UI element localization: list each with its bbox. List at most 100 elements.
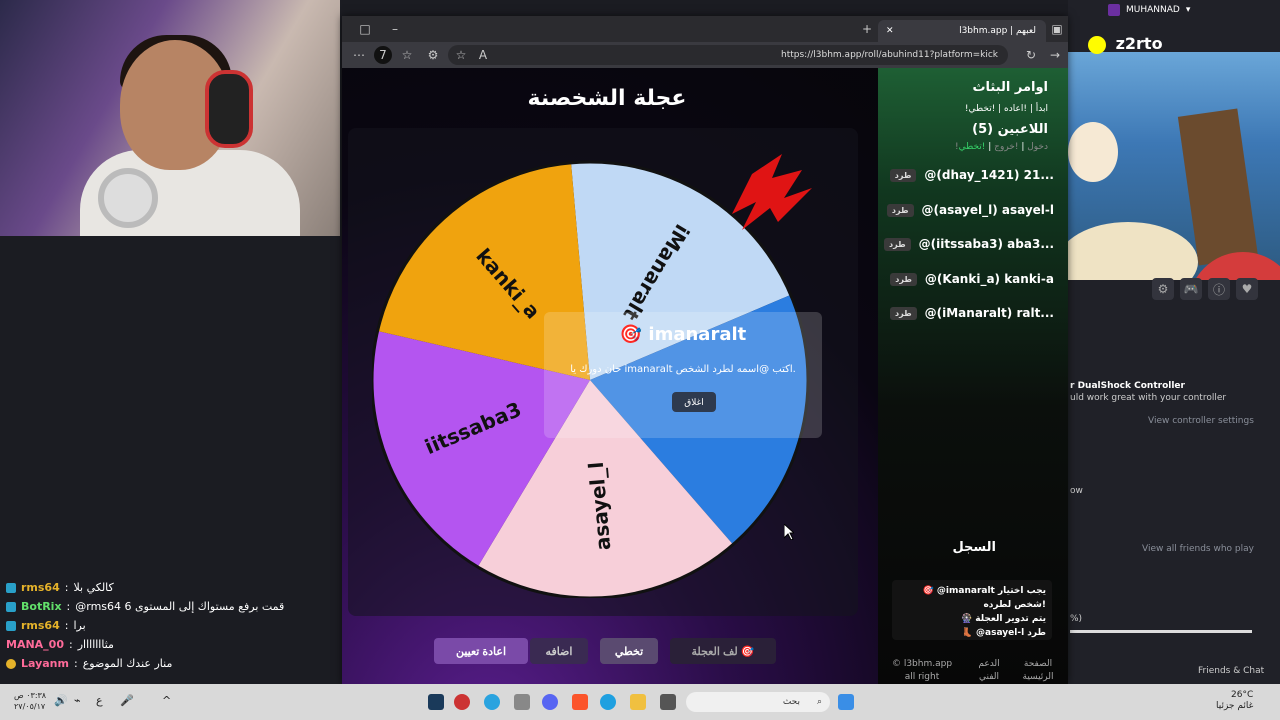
- clock-date: ٢٧/٠٥/١٧: [14, 702, 46, 711]
- close-tab-icon[interactable]: ✕: [886, 26, 894, 36]
- page-content: عجلة الشخصنة iManaralt asayel_l iitssaba3 k…: [342, 68, 1068, 684]
- steam-icon[interactable]: [428, 694, 444, 710]
- speaker-icon[interactable]: 🔊: [54, 694, 68, 707]
- controller-settings-link[interactable]: View controller settings: [1148, 416, 1254, 426]
- chat-message: rms64: كالكي بلا: [0, 578, 318, 597]
- network-icon[interactable]: ⌁: [74, 694, 81, 707]
- chat-message: BotRix: @rms64 قمت برفع مستواك إلى المست…: [0, 597, 318, 616]
- chat-username: rms64: [21, 581, 60, 594]
- snap-overlay: z2rto: [1088, 34, 1163, 54]
- new-tab-icon[interactable]: +: [858, 20, 876, 38]
- player-commands: !دخول | !خروج | !تخطي: [954, 142, 1048, 152]
- snap-username: z2rto: [1115, 34, 1163, 53]
- add-button[interactable]: اضافه: [530, 638, 588, 664]
- app-icon[interactable]: [514, 694, 530, 710]
- info-icon[interactable]: ⓘ: [1208, 278, 1230, 300]
- weather-temp: 26°C: [1231, 690, 1254, 700]
- kick-button[interactable]: طرد: [886, 203, 914, 217]
- brave-icon[interactable]: [572, 694, 588, 710]
- controller-subtitle: uld work great with your controller: [1070, 393, 1227, 403]
- winner-modal: 🎯 imanaralt حان دورك يا imanaralt اكتب @…: [544, 312, 822, 438]
- player-name: @(iitssaba3) aba3...: [918, 237, 1054, 251]
- chat-username: Layanm: [21, 657, 69, 670]
- controller-title: r DualShock Controller: [1070, 381, 1185, 391]
- browser-toolbar: ⋯ 7 ☆ ⚙ ☆ A https://l3bhm.app/roll/abuhi…: [342, 42, 1068, 68]
- address-bar[interactable]: ☆ A https://l3bhm.app/roll/abuhind11?pla…: [448, 45, 1008, 65]
- taskbar: ٠٣:٣٨ ص ٢٧/٠٥/١٧ 🔊 ⌁ ع 🎤 ^ ⌕ بحث 26°C غا…: [0, 684, 1280, 720]
- user-menu[interactable]: MUHANNAD ▾: [1108, 4, 1190, 16]
- event-log: 🎯 @imanaralt يجب اختيار شخص لطرده! 🎡 يتم…: [892, 580, 1052, 640]
- kick-button[interactable]: طرد: [889, 168, 917, 182]
- chat-message: MANA_00: مثااااااار: [6, 638, 114, 651]
- telegram-icon[interactable]: [484, 694, 500, 710]
- commands-list: !ابدأ | !اعاده | !تخطي: [964, 104, 1048, 114]
- reset-button[interactable]: اعادة تعيين: [434, 638, 528, 664]
- extension-icon[interactable]: 7: [374, 46, 392, 64]
- task-view-icon[interactable]: [660, 694, 676, 710]
- support-link[interactable]: الدعم الفني: [974, 658, 1004, 684]
- game-actions: ⚙ 🎮 ⓘ ♥: [1152, 278, 1258, 300]
- window-minimize-icon[interactable]: –: [386, 20, 404, 38]
- obs-icon[interactable]: [454, 694, 470, 710]
- bookmark-star-icon[interactable]: ☆: [452, 46, 470, 64]
- file-explorer-icon[interactable]: [630, 694, 646, 710]
- search-placeholder: بحث: [782, 697, 800, 707]
- game-art: [1068, 52, 1280, 280]
- player-name: @(Kanki_a) kanki-a: [924, 272, 1054, 286]
- taskbar-search[interactable]: ⌕ بحث: [686, 692, 830, 712]
- weather-widget[interactable]: 26°C غائم جزئيا: [1216, 690, 1253, 712]
- start-icon[interactable]: [838, 694, 854, 710]
- read-aloud-icon[interactable]: A: [474, 46, 492, 64]
- tab-actions-icon[interactable]: ▣: [1048, 20, 1066, 38]
- favorites-icon[interactable]: ☆: [398, 46, 416, 64]
- progress-label: %): [1070, 614, 1083, 624]
- stream-chat: rms64: كالكي بلا BotRix: @rms64 قمت برفع…: [0, 578, 318, 684]
- kick-button[interactable]: طرد: [890, 272, 917, 286]
- close-modal-button[interactable]: اغلاق: [672, 392, 716, 412]
- more-menu-icon[interactable]: ⋯: [350, 46, 368, 64]
- browser-tab[interactable]: ✕ l3bhm.app | لعبهم: [878, 20, 1046, 42]
- home-link[interactable]: الصفحة الرئيسية: [1020, 658, 1056, 684]
- log-entry: 🎡 يتم تدوير العجلة: [960, 614, 1046, 624]
- refresh-icon[interactable]: ↻: [1022, 46, 1040, 64]
- clock-time: ٠٣:٣٨ ص: [14, 691, 47, 700]
- kick-button[interactable]: طرد: [884, 237, 911, 251]
- page-title: عجلة الشخصنة: [527, 86, 687, 111]
- player-name: @(iManaralt) ralt...: [924, 306, 1054, 320]
- discord-icon[interactable]: [542, 694, 558, 710]
- progress-bar: [1070, 630, 1252, 633]
- chat-message: Layanm: منار عندك الموضوع: [0, 654, 318, 673]
- kick-button[interactable]: طرد: [890, 306, 917, 320]
- gear-icon[interactable]: ⚙: [1152, 278, 1174, 300]
- chat-text: كالكي بلا: [73, 581, 114, 594]
- window-restore-icon[interactable]: □: [356, 20, 374, 38]
- bot-badge-icon: [6, 601, 16, 612]
- clock[interactable]: ٠٣:٣٨ ص ٢٧/٠٥/١٧: [14, 690, 46, 712]
- search-icon: ⌕: [816, 697, 822, 707]
- friends-chat-button[interactable]: Friends & Chat: [1198, 666, 1264, 676]
- microphone-icon[interactable]: 🎤: [120, 694, 134, 707]
- gold-badge-icon: [6, 658, 16, 669]
- friends-label: ow: [1070, 486, 1083, 496]
- chat-text: @rms64 قمت برفع مستواك إلى المستوى 6: [75, 600, 285, 613]
- controller-icon[interactable]: 🎮: [1180, 278, 1202, 300]
- mod-badge-icon: [6, 620, 16, 631]
- extensions-icon[interactable]: ⚙: [424, 46, 442, 64]
- skip-button[interactable]: تخطي: [600, 638, 658, 664]
- heart-icon[interactable]: ♥: [1236, 278, 1258, 300]
- edge-icon[interactable]: [600, 694, 616, 710]
- chat-text: منار عندك الموضوع: [82, 657, 173, 670]
- target-icon: 🎯: [740, 645, 755, 658]
- spin-button[interactable]: لف العجلة 🎯: [670, 638, 776, 664]
- tray-expand-icon[interactable]: ^: [162, 694, 171, 707]
- language-indicator[interactable]: ع: [96, 694, 103, 707]
- tab-title: l3bhm.app | لعبهم: [959, 26, 1036, 36]
- chat-text: برا: [73, 619, 86, 632]
- players-title: اللاعبين (5): [972, 122, 1048, 137]
- chat-username: MANA_00: [6, 638, 64, 651]
- target-icon: 🎯: [619, 324, 643, 345]
- forward-icon[interactable]: →: [1046, 46, 1064, 64]
- chat-message: rms64: برا: [0, 616, 318, 635]
- friends-link[interactable]: View all friends who play: [1142, 544, 1254, 554]
- avatar: [1108, 4, 1120, 16]
